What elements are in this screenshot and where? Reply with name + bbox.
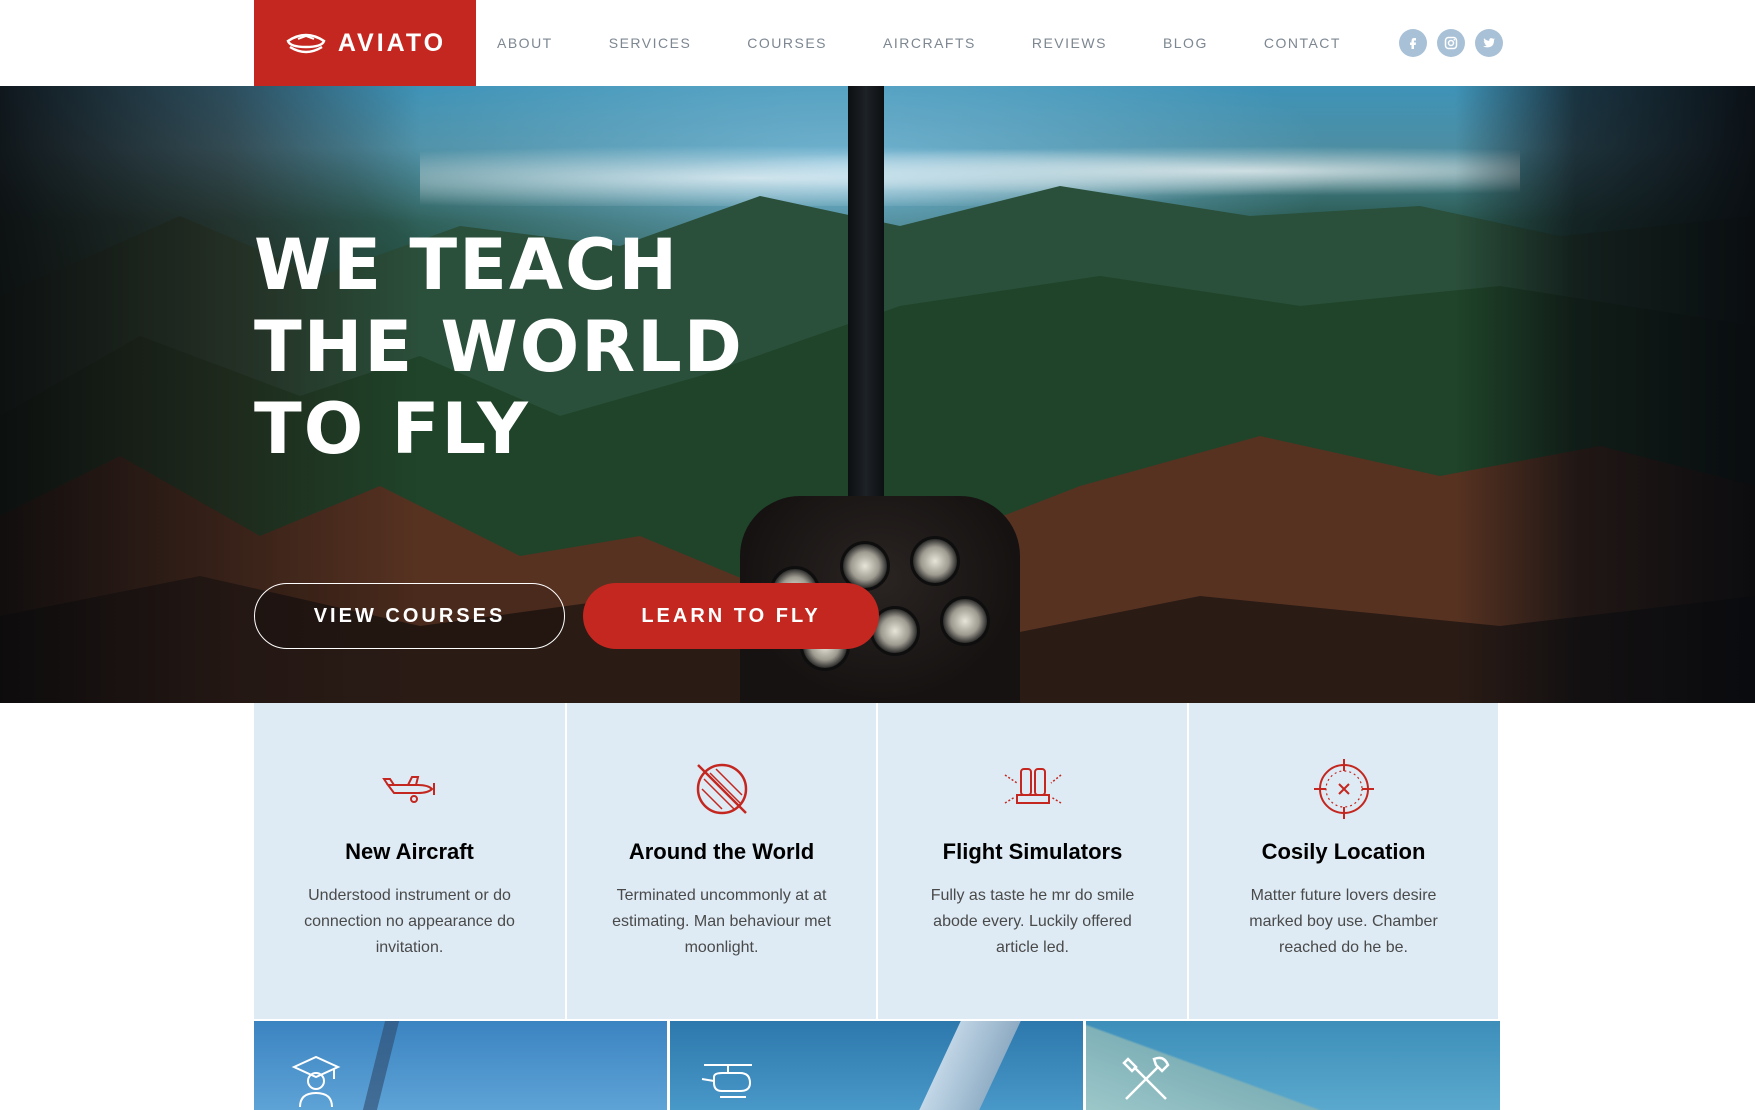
features-row: New Aircraft Understood instrument or do… [254, 703, 1500, 1019]
gauge [940, 596, 990, 646]
feature-text: Fully as taste he mr do smile abode ever… [930, 887, 1135, 956]
nav-services[interactable]: SERVICES [609, 35, 692, 51]
graduate-icon [291, 1055, 341, 1107]
feature-title: New Aircraft [345, 839, 474, 864]
nav-blog[interactable]: BLOG [1163, 35, 1208, 51]
helicopter-icon [701, 1064, 752, 1098]
view-courses-button[interactable]: VIEW COURSES [254, 583, 565, 649]
logo[interactable]: AVIATO [254, 0, 476, 86]
main-nav: ABOUT SERVICES COURSES AIRCRAFTS REVIEWS… [497, 0, 1341, 86]
social-links [1399, 29, 1503, 57]
twitter-icon[interactable] [1475, 29, 1503, 57]
feature-title: Cosily Location [1261, 839, 1426, 864]
feature-title: Around the World [628, 839, 815, 864]
tools-icon [1122, 1056, 1170, 1100]
nav-courses[interactable]: COURSES [747, 35, 827, 51]
brand-name: AVIATO [337, 28, 447, 57]
feature-card: New Aircraft Understood instrument or do… [254, 703, 565, 1019]
windshield-frame [848, 86, 884, 506]
flight-seat-icon [1004, 768, 1061, 804]
nav-aircrafts[interactable]: AIRCRAFTS [883, 35, 976, 51]
feature-text: Matter future lovers desire marked boy u… [1249, 887, 1438, 956]
cockpit-right-shade [1455, 86, 1755, 703]
plane-tail-shape [919, 1021, 1021, 1110]
target-icon [1313, 759, 1374, 819]
course-card[interactable] [1086, 1021, 1500, 1110]
feature-card: Flight Simulators Fully as taste he mr d… [876, 703, 1187, 1019]
feature-title: Flight Simulators [942, 839, 1123, 864]
course-cards-row [254, 1021, 1500, 1110]
learn-to-fly-button[interactable]: LEARN TO FLY [583, 583, 879, 649]
gauge [910, 536, 960, 586]
feature-card: Around the World Terminated uncommonly a… [565, 703, 876, 1019]
course-card[interactable] [670, 1021, 1083, 1110]
course-card[interactable] [254, 1021, 667, 1110]
feature-text: Terminated uncommonly at at estimating. … [612, 887, 831, 956]
facebook-icon[interactable] [1399, 29, 1427, 57]
nav-contact[interactable]: CONTACT [1264, 35, 1341, 51]
nav-reviews[interactable]: REVIEWS [1032, 35, 1107, 51]
feature-text: Understood instrument or do connection n… [304, 887, 515, 956]
nav-about[interactable]: ABOUT [497, 35, 553, 51]
pilot-cap-icon [286, 33, 326, 54]
instagram-icon[interactable] [1437, 29, 1465, 57]
tail-shape [362, 1021, 400, 1110]
site-header: AVIATO ABOUT SERVICES COURSES AIRCRAFTS … [0, 0, 1755, 86]
globe-icon [696, 763, 747, 815]
hero-title: WE TEACH THE WORLD TO FLY [254, 224, 744, 470]
feature-card: Cosily Location Matter future lovers des… [1187, 703, 1498, 1019]
airplane-icon [381, 776, 435, 803]
hero-banner: WE TEACH THE WORLD TO FLY VIEW COURSES L… [0, 86, 1755, 703]
